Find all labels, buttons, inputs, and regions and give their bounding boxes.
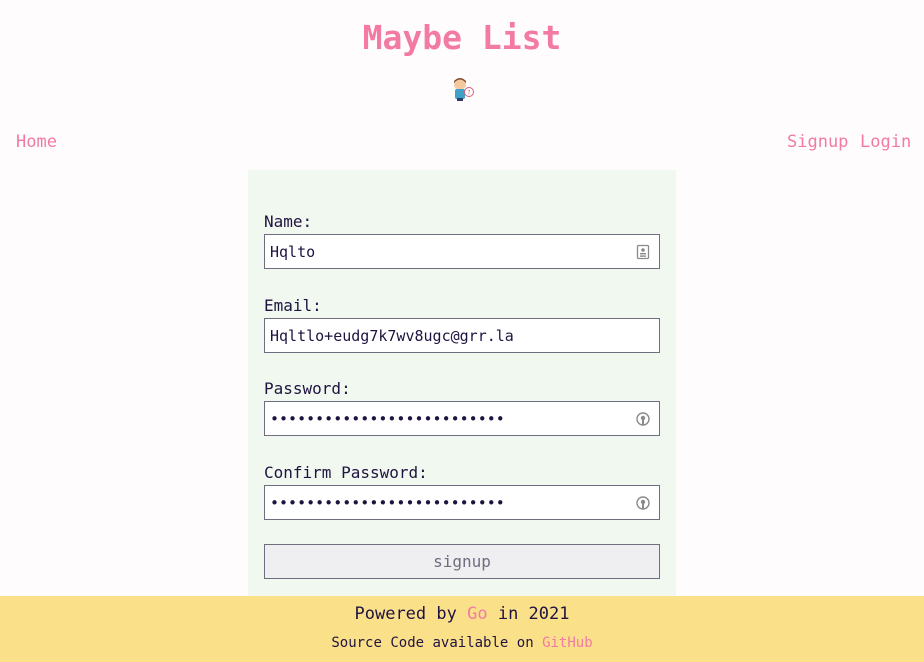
contact-card-icon[interactable] [636, 244, 650, 260]
name-label: Name: [264, 212, 313, 231]
source-code-line: Source Code available on GitHub [0, 635, 924, 651]
signup-button[interactable]: signup [264, 544, 660, 579]
email-label: Email: [264, 296, 322, 315]
powered-by-suffix: in 2021 [497, 604, 570, 624]
confirm-password-field-box [264, 485, 660, 520]
password-label: Password: [264, 379, 351, 398]
confirm-password-label: Confirm Password: [264, 463, 428, 482]
source-code-prefix: Source Code available on [331, 635, 534, 651]
confirm-password-input[interactable] [265, 486, 630, 519]
go-link[interactable]: Go [467, 604, 487, 624]
gopher-mascot-icon: ? [454, 78, 474, 101]
password-manager-icon[interactable] [636, 495, 650, 511]
signup-form: Name: Email: Password: Confirm Password:… [248, 170, 676, 596]
name-input[interactable] [265, 235, 630, 268]
svg-text:?: ? [467, 90, 470, 97]
email-input[interactable] [265, 319, 630, 352]
powered-by-line: Powered by Go in 2021 [0, 604, 924, 624]
nav-home-link[interactable]: Home [16, 132, 57, 152]
email-field-box [264, 318, 660, 353]
password-manager-icon[interactable] [636, 411, 650, 427]
powered-by-prefix: Powered by [354, 604, 457, 624]
page-title: Maybe List [362, 18, 562, 57]
footer: Powered by Go in 2021 Source Code availa… [0, 596, 924, 662]
password-field-box [264, 401, 660, 436]
github-link[interactable]: GitHub [542, 635, 593, 651]
password-input[interactable] [265, 402, 630, 435]
name-field-box [264, 234, 660, 269]
nav-login-link[interactable]: Login [860, 132, 911, 152]
nav-signup-link[interactable]: Signup [787, 132, 848, 152]
